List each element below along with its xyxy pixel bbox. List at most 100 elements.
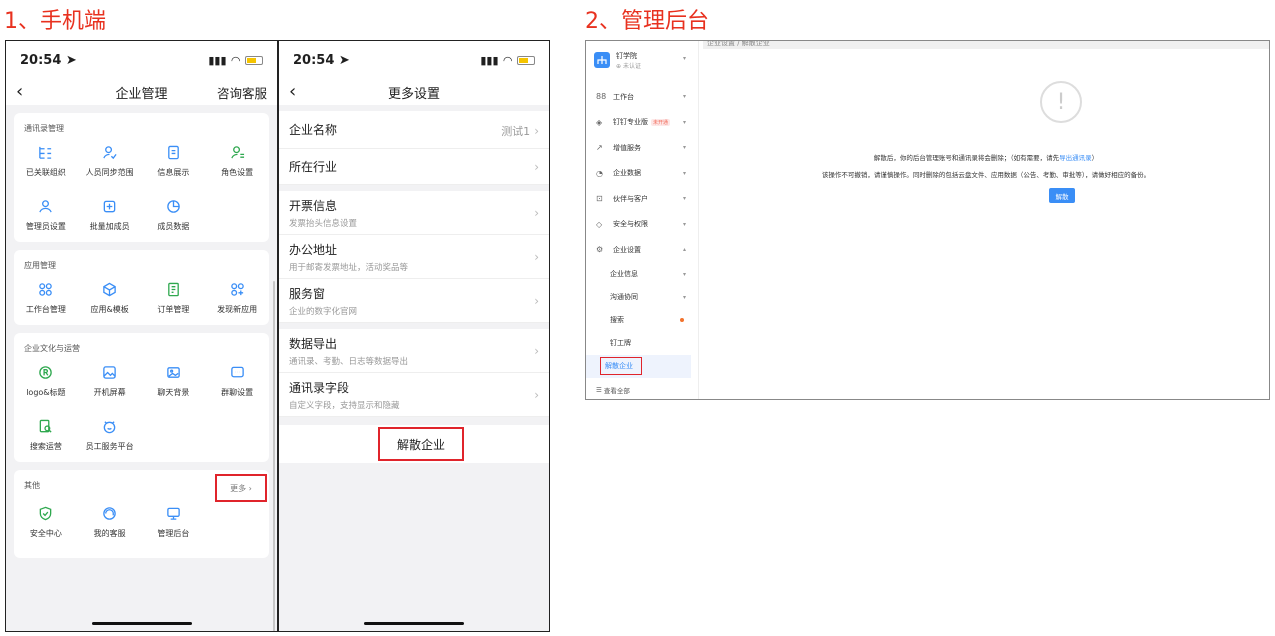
chevron-down-icon: ▾	[682, 270, 686, 278]
linked-org-item[interactable]: 已关联组织	[14, 134, 78, 188]
signal-icon: ▮▮▮	[480, 53, 499, 67]
dissolve-button[interactable]: 解散	[1049, 188, 1075, 203]
view-all-link[interactable]: ☰ 查看全部	[586, 378, 698, 400]
chevron-down-icon: ▾	[682, 293, 686, 301]
person-check-icon	[103, 145, 117, 159]
service-window-row[interactable]: 服务窗 企业的数字化官网 ›	[279, 279, 549, 323]
office-address-row[interactable]: 办公地址 用于邮寄发票地址，活动奖品等 ›	[279, 235, 549, 279]
consult-service-link[interactable]: 咨询客服	[217, 83, 267, 102]
status-time: 20:54 ➤	[20, 52, 77, 68]
search-operations-item[interactable]: 搜索运营	[14, 408, 78, 462]
invoice-info-row[interactable]: 开票信息 发票抬头信息设置 ›	[279, 191, 549, 235]
sidebar-subitem-badge[interactable]: 钉工牌	[586, 332, 698, 355]
apps-templates-item[interactable]: 应用&模板	[78, 271, 142, 325]
nav-bar: ‹ 企业管理 咨询客服	[6, 79, 277, 105]
workbench-management-item[interactable]: 工作台管理	[14, 271, 78, 325]
shield-check-icon	[40, 506, 52, 520]
status-time: 20:54 ➤	[293, 52, 350, 68]
main-panel: 企业设置 / 解散企业 ! 解散后，你的后台管理账号和通讯录将会删除；（如有需要…	[703, 41, 1269, 399]
grid-plus-icon	[230, 282, 244, 296]
sidebar: 钉学院 ⊕ 未认证 ▾ 88 工作台 ▾ ◈ 钉钉专业版 未开通 ▾ ↗ 增值服务 ▾ ◔ 企业…	[586, 41, 699, 400]
culture-operations-card: 企业文化与运营 logo&标题 开机屏幕 聊天背景 群聊设置 搜索运营 员工服务…	[14, 333, 269, 462]
chat-background-item[interactable]: 聊天背景	[142, 354, 206, 408]
order-management-item[interactable]: 订单管理	[142, 271, 206, 325]
batch-add-members-item[interactable]: 批量加成员	[78, 188, 142, 242]
security-center-item[interactable]: 安全中心	[14, 495, 78, 549]
export-contacts-link[interactable]: 导出通讯录	[1059, 154, 1092, 162]
more-link[interactable]: 更多 ›	[215, 474, 267, 502]
sidebar-subitem-collaboration[interactable]: 沟通协同 ▾	[586, 286, 698, 309]
notice-line-2: 该操作不可撤销，请谨慎操作。同时删除的包括云盘文件、应用数据（公告、考勤、审批等…	[821, 171, 1151, 179]
contact-fields-row[interactable]: 通讯录字段 自定义字段，支持显示和隐藏 ›	[279, 373, 549, 417]
employee-service-item[interactable]: 员工服务平台	[78, 408, 142, 462]
admin-settings-item[interactable]: 管理员设置	[14, 188, 78, 242]
add-square-icon	[103, 200, 116, 212]
notice-line-1: 解散后，你的后台管理账号和通讯录将会删除；（如有需要，请先导出通讯录）	[873, 154, 1099, 162]
chevron-right-icon: ›	[534, 249, 539, 264]
nav-bar: ‹ 更多设置	[279, 79, 549, 105]
discover-apps-item[interactable]: 发现新应用	[205, 271, 269, 325]
sidebar-item-pro[interactable]: ◈ 钉钉专业版 未开通 ▾	[586, 110, 698, 136]
card-title: 通讯录管理	[24, 124, 64, 133]
group-chat-settings-item[interactable]: 群聊设置	[205, 354, 269, 408]
chevron-down-icon: ▾	[682, 144, 686, 152]
cube-icon	[103, 282, 116, 296]
sidebar-item-workbench[interactable]: 88 工作台 ▾	[586, 84, 698, 110]
chevron-down-icon: ▾	[682, 195, 686, 203]
status-bar: 20:54 ➤ ▮▮▮ ◠	[279, 41, 549, 79]
enterprise-name-row[interactable]: 企业名称 测试1 ›	[279, 111, 549, 149]
chevron-down-icon: ▾	[682, 118, 686, 126]
chevron-right-icon: ›	[534, 343, 539, 358]
shield-icon: ◇	[596, 219, 603, 229]
phone-more-settings: 20:54 ➤ ▮▮▮ ◠ ‹ 更多设置 企业名称 测试1 › 所在行业 › 开票信…	[278, 40, 550, 632]
sidebar-subitem-dissolve[interactable]: 解散企业	[586, 354, 691, 378]
grid-icon: 88	[596, 92, 607, 102]
status-badge: 未开通	[651, 118, 671, 126]
content-area: 通讯录管理 已关联组织 人员同步范围 信息展示 角色设置 管理员设置 批量加成员…	[6, 105, 277, 631]
chevron-up-icon: ▴	[682, 246, 686, 254]
splash-screen-item[interactable]: 开机屏幕	[78, 354, 142, 408]
sidebar-item-enterprise-data[interactable]: ◔ 企业数据 ▾	[586, 161, 698, 187]
pie-chart-icon: ◔	[596, 168, 603, 178]
sidebar-item-value-added[interactable]: ↗ 增值服务 ▾	[586, 135, 698, 161]
org-name: 钉学院	[616, 51, 637, 60]
wifi-icon: ◠	[503, 53, 512, 67]
headset-icon	[103, 506, 116, 520]
my-service-item[interactable]: 我的客服	[78, 495, 142, 549]
data-export-row[interactable]: 数据导出 通讯录、考勤、日志等数据导出 ›	[279, 329, 549, 373]
member-data-item[interactable]: 成员数据	[142, 188, 206, 242]
sync-range-item[interactable]: 人员同步范围	[78, 134, 142, 188]
chevron-down-icon: ▾	[682, 220, 686, 228]
mobile-section-title: 1、手机端	[4, 9, 106, 34]
chevron-down-icon: ▾	[682, 55, 686, 62]
sidebar-item-security[interactable]: ◇ 安全与权限 ▾	[586, 212, 698, 238]
industry-row[interactable]: 所在行业 ›	[279, 149, 549, 185]
home-indicator	[364, 622, 464, 625]
admin-section-title: 2、管理后台	[585, 9, 709, 34]
card-title: 企业文化与运营	[24, 344, 80, 353]
sidebar-subitem-enterprise-info[interactable]: 企业信息 ▾	[586, 263, 698, 286]
sidebar-item-partners[interactable]: ⊡ 伙伴与客户 ▾	[586, 186, 698, 212]
page-title: 更多设置	[387, 86, 440, 102]
image-icon	[103, 365, 116, 379]
chevron-right-icon: ›	[534, 293, 539, 308]
org-switcher[interactable]: 钉学院 ⊕ 未认证 ▾	[586, 41, 698, 79]
role-settings-item[interactable]: 角色设置	[205, 134, 269, 188]
trend-icon: ↗	[596, 143, 603, 153]
sidebar-item-settings[interactable]: ⚙ 企业设置 ▴	[586, 237, 698, 263]
phone-enterprise-management: 20:54 ➤ ▮▮▮ ◠ ‹ 企业管理 咨询客服 通讯录管理 已关联组织 人员同…	[5, 40, 278, 632]
logo-title-item[interactable]: logo&标题	[14, 354, 78, 408]
info-display-item[interactable]: 信息展示	[142, 134, 206, 188]
grid-circles-icon	[39, 282, 53, 296]
chevron-right-icon: ›	[534, 124, 539, 138]
status-bar: 20:54 ➤ ▮▮▮ ◠	[6, 41, 277, 79]
admin-console-item[interactable]: 管理后台	[142, 495, 206, 549]
clock-smile-icon	[103, 420, 116, 433]
pie-chart-icon	[167, 199, 180, 213]
chevron-right-icon: ›	[534, 387, 539, 402]
picture-icon	[167, 366, 180, 378]
scrollbar[interactable]	[273, 281, 275, 631]
notification-dot	[680, 318, 684, 322]
sidebar-subitem-search[interactable]: 搜索	[586, 309, 698, 332]
dissolve-enterprise-button[interactable]: 解散企业	[378, 427, 464, 461]
